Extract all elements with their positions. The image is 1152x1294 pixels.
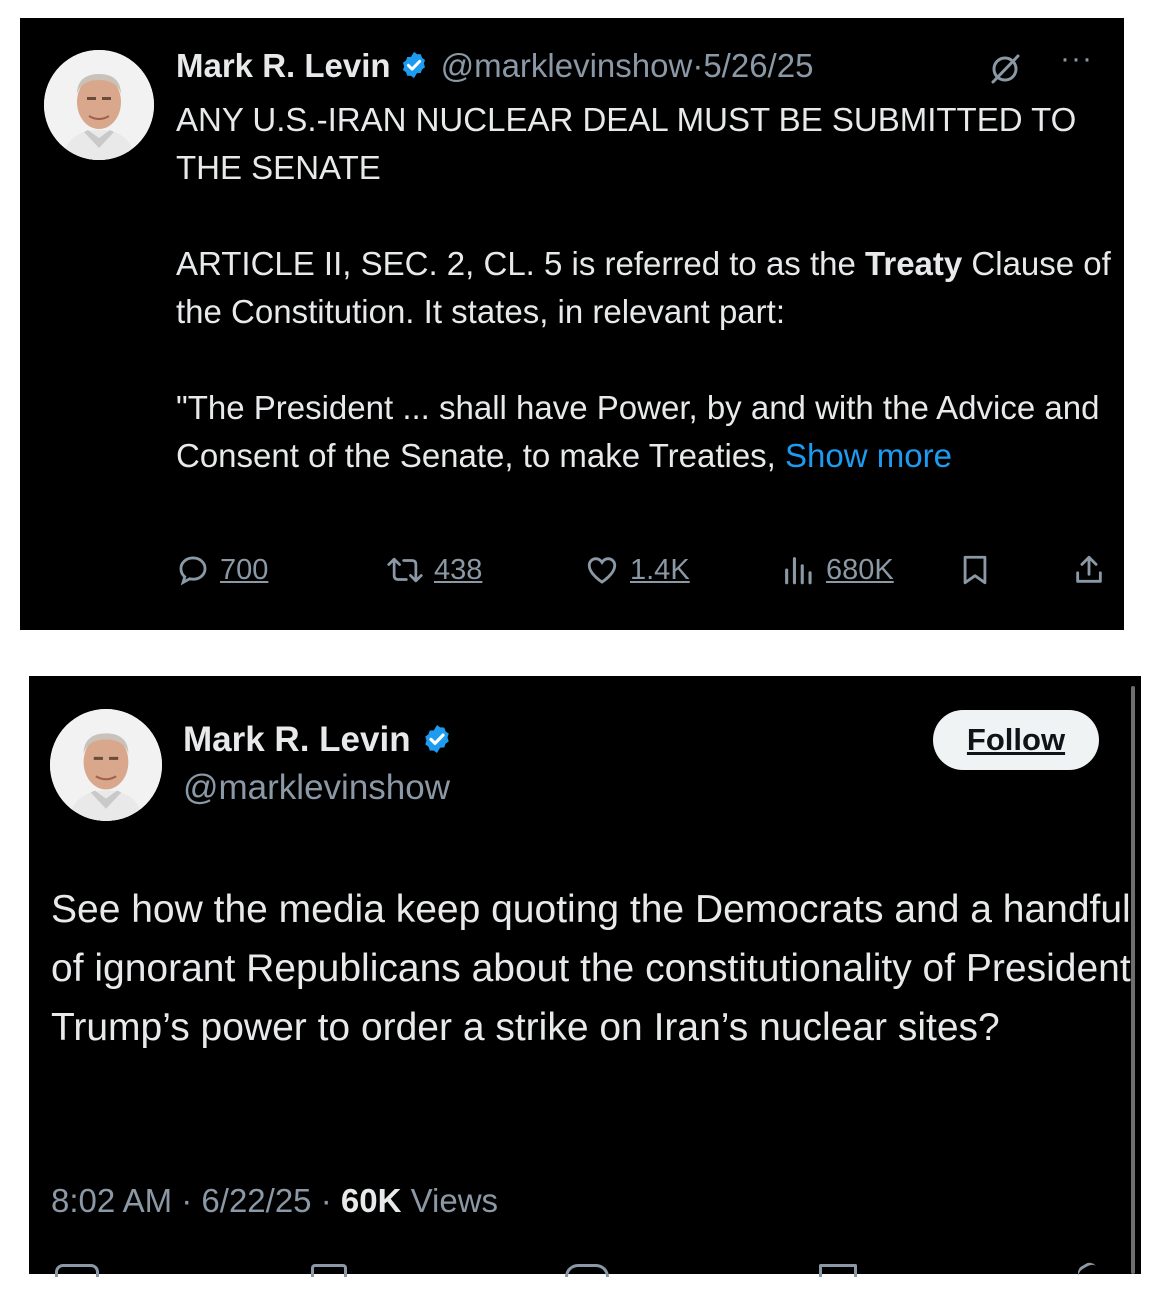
avatar-image [44, 50, 154, 160]
tweet-meta: 8:02 AM · 6/22/25 · 60K Views [51, 1182, 498, 1220]
follow-button[interactable]: Follow [933, 710, 1099, 770]
like-button[interactable]: 1.4K [584, 548, 690, 592]
share-button[interactable] [1072, 548, 1106, 592]
show-more-link[interactable]: Show more [785, 437, 952, 474]
views-count: 680K [826, 553, 894, 586]
repost-icon[interactable] [311, 1264, 347, 1277]
tweet-body: See how the media keep quoting the Democ… [51, 888, 1131, 1049]
separator-dot: · [692, 47, 704, 84]
bookmark-button[interactable] [958, 548, 992, 592]
repost-icon [387, 557, 423, 583]
reply-icon[interactable] [55, 1264, 99, 1277]
author-name[interactable]: Mark R. Levin [183, 720, 411, 759]
bold-text: Treaty [865, 245, 963, 282]
repost-button[interactable]: 438 [386, 548, 482, 592]
verified-badge-icon [402, 52, 425, 79]
more-icon[interactable]: ··· [1060, 42, 1093, 76]
tweet-headline: ANY U.S.-IRAN NUCLEAR DEAL MUST BE SUBMI… [176, 101, 1077, 186]
tweet-card-1: Mark R. Levin @marklevinshow·5/26/25 ··· … [20, 18, 1124, 630]
like-count: 1.4K [630, 553, 690, 586]
quote-text: "The President ... shall have Power, by … [176, 389, 1100, 474]
tweet-header: Mark R. Levin @marklevinshow·5/26/25 [176, 46, 813, 86]
share-icon[interactable] [1075, 1259, 1099, 1282]
repost-count: 438 [434, 553, 483, 586]
tweet-card-2: Mark R. Levin @marklevinshow Follow See … [29, 676, 1141, 1282]
avatar[interactable] [50, 709, 162, 821]
tweet-quote: "The President ... shall have Power, by … [176, 384, 1116, 480]
tweet-date[interactable]: 6/22/25 [201, 1182, 311, 1219]
reply-icon [179, 556, 207, 586]
bookmark-icon[interactable] [819, 1264, 857, 1277]
tweet-date[interactable]: 5/26/25 [703, 47, 813, 84]
reply-count: 700 [220, 553, 269, 586]
scrollbar[interactable] [1131, 686, 1135, 1274]
views-button[interactable]: 680K [780, 548, 894, 592]
tweet-body: ANY U.S.-IRAN NUCLEAR DEAL MUST BE SUBMI… [176, 96, 1116, 480]
like-icon[interactable] [565, 1264, 609, 1277]
paragraph-text: ARTICLE II, SEC. 2, CL. 5 is referred to… [176, 245, 866, 282]
action-bar: 700 438 1.4K 680K [176, 548, 1106, 592]
author-handle[interactable]: @marklevinshow [441, 47, 693, 84]
views-label: Views [410, 1182, 499, 1219]
bookmark-icon [963, 555, 987, 585]
avatar-image [50, 709, 162, 821]
author-name-row: Mark R. Levin [183, 720, 453, 760]
reply-button[interactable]: 700 [176, 548, 268, 592]
views-count: 60K [340, 1182, 402, 1219]
author-name[interactable]: Mark R. Levin [176, 47, 391, 84]
verified-badge-icon [424, 724, 449, 753]
tweet-time[interactable]: 8:02 AM [51, 1182, 172, 1219]
author-handle[interactable]: @marklevinshow [183, 768, 450, 808]
avatar[interactable] [44, 50, 154, 160]
share-icon [1076, 555, 1102, 583]
separator-dot: · [181, 1182, 193, 1219]
separator-dot: · [320, 1182, 332, 1219]
views-icon [785, 557, 812, 585]
tweet-paragraph: ARTICLE II, SEC. 2, CL. 5 is referred to… [176, 240, 1116, 336]
grok-icon[interactable] [988, 52, 1022, 91]
like-icon [587, 557, 617, 584]
